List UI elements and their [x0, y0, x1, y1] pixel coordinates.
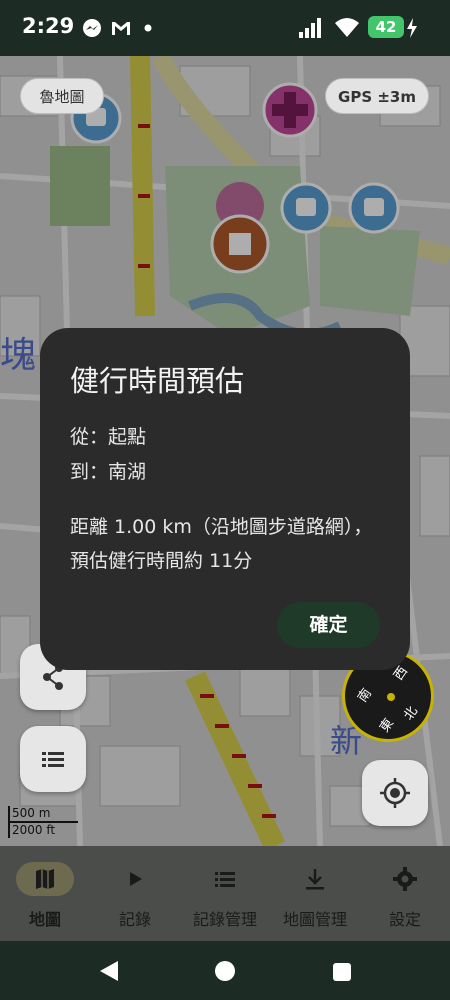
status-bar: 2:29 42: [0, 0, 450, 56]
nav-label: 地圖管理: [282, 910, 347, 929]
scale-bar: 500 m 2000 ft: [8, 806, 128, 840]
compass-north: 北: [401, 704, 422, 724]
nav-item-map-management[interactable]: 地圖管理: [270, 846, 360, 941]
layers-list-button[interactable]: [20, 726, 86, 792]
nav-item-map[interactable]: 地圖: [0, 846, 90, 941]
scale-imperial: 2000 ft: [12, 823, 56, 837]
list-icon: [42, 752, 64, 767]
hike-time-dialog: 健行時間預估 從：起點 到：南湖 距離 1.00 km（沿地圖步道路網），預估健…: [40, 328, 410, 670]
messenger-icon: [83, 19, 101, 37]
dialog-from-line: 從：起點: [70, 426, 147, 448]
gmail-icon: [112, 22, 130, 35]
bottom-navigation: 地圖 記錄 記錄管理 地圖管理 設定: [0, 846, 450, 941]
map-layer-chip[interactable]: 魯地圖: [20, 78, 104, 114]
notification-dot-icon: [144, 24, 152, 32]
home-icon[interactable]: [214, 960, 236, 982]
nav-item-settings[interactable]: 設定: [360, 846, 450, 941]
gps-fixed-icon: [380, 778, 410, 808]
signal-icon: [299, 18, 321, 38]
nav-item-record-management[interactable]: 記錄管理: [180, 846, 270, 941]
back-icon[interactable]: [98, 959, 120, 983]
download-icon: [306, 869, 324, 890]
map-icon: [36, 869, 54, 889]
nav-label: 記錄管理: [192, 910, 257, 929]
status-time: 2:29: [22, 14, 75, 38]
charging-icon: [407, 18, 417, 38]
nav-label: 記錄: [118, 910, 151, 929]
map-place-label: 塊: [0, 335, 37, 376]
battery-indicator: 42: [368, 16, 404, 38]
scale-metric: 500 m: [12, 806, 51, 820]
play-icon: [130, 872, 142, 886]
nav-item-record[interactable]: 記錄: [90, 846, 180, 941]
dialog-message: 距離 1.00 km（沿地圖步道路網），預估健行時間約 11分: [70, 516, 373, 572]
nav-label: 地圖: [28, 910, 61, 929]
gear-icon: [393, 867, 417, 891]
compass-center-dot: [387, 693, 395, 701]
list-icon: [215, 872, 235, 887]
dialog-title: 健行時間預估: [70, 364, 245, 398]
nav-label: 設定: [388, 910, 421, 929]
confirm-button[interactable]: 確定: [277, 602, 380, 648]
compass-south: 南: [355, 686, 376, 706]
system-navigation-bar: [0, 941, 450, 1000]
my-location-button[interactable]: [362, 760, 428, 826]
dialog-to-line: 到：南湖: [70, 461, 147, 483]
recents-icon[interactable]: [332, 962, 352, 982]
wifi-icon: [335, 18, 359, 37]
gps-accuracy-chip[interactable]: GPS ±3m: [325, 78, 429, 114]
compass-east: 東: [377, 716, 398, 736]
